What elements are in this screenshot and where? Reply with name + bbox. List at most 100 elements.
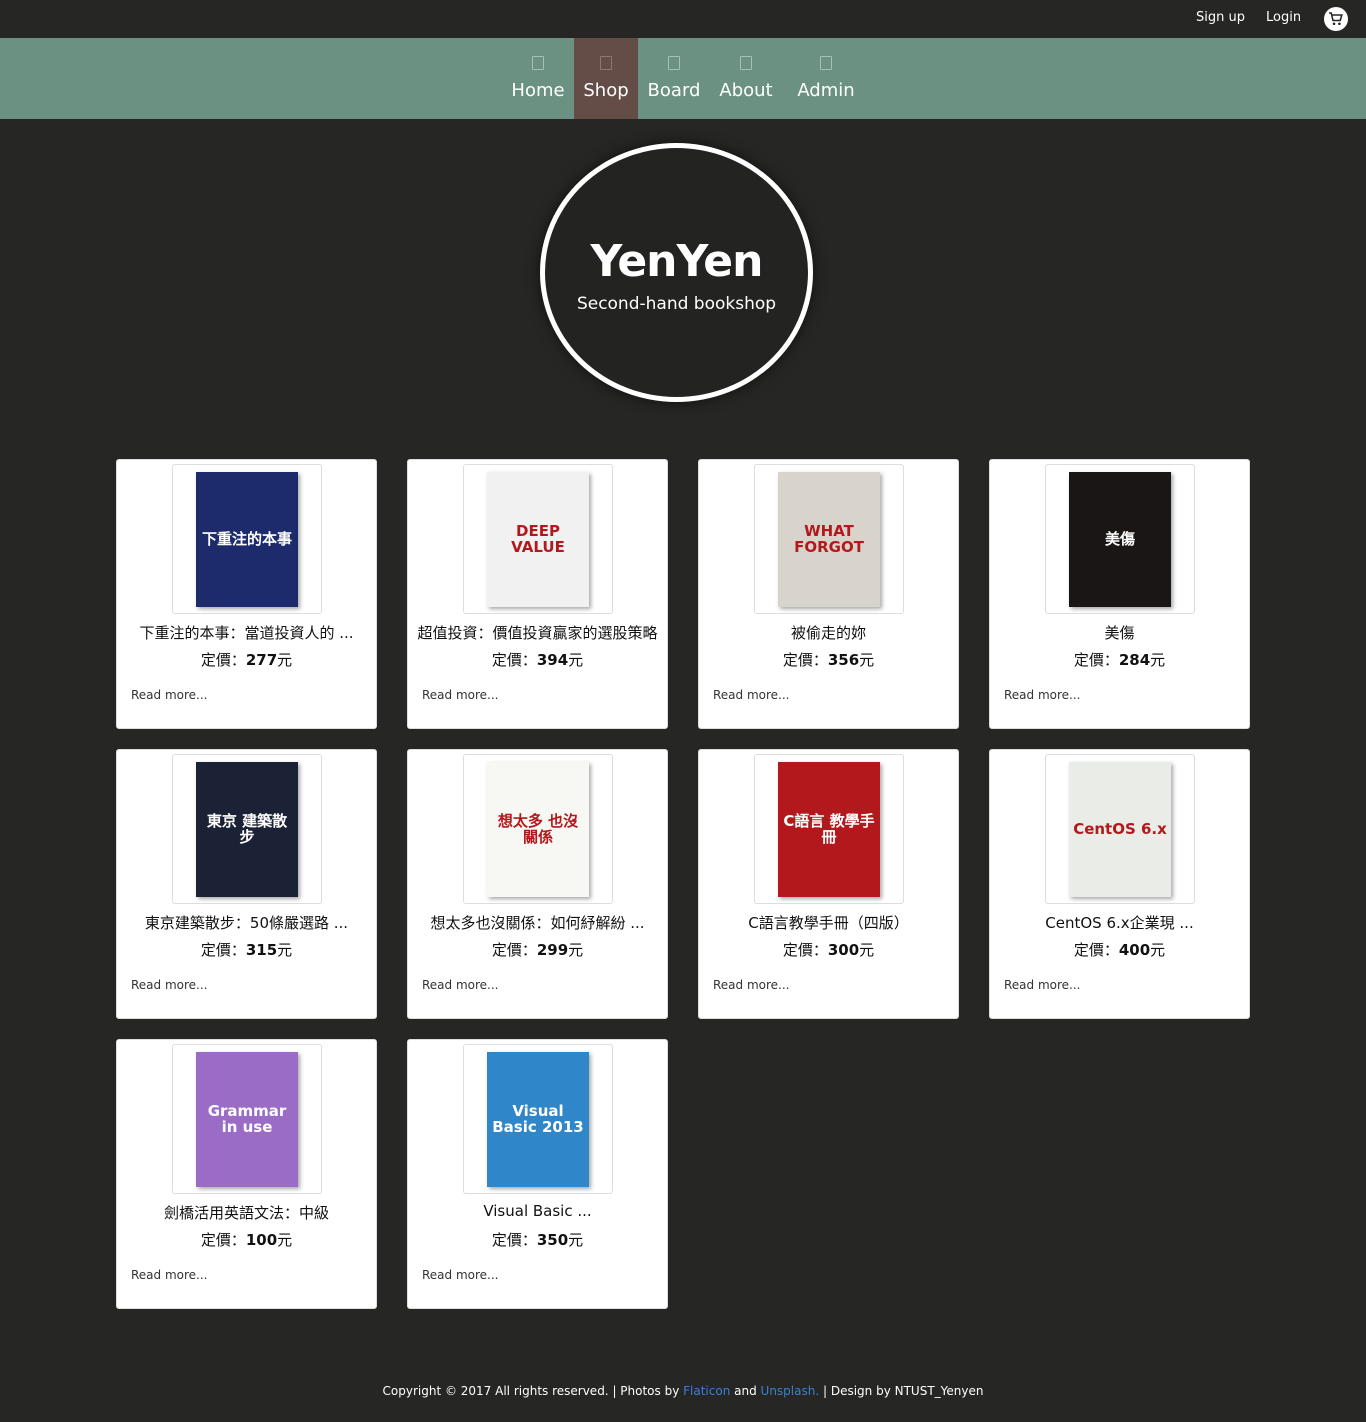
price-currency: 元 — [859, 941, 875, 959]
unsplash-link[interactable]: Unsplash. — [761, 1384, 820, 1398]
brand-title: YenYen — [590, 236, 764, 287]
product-title: 想太多也沒關係：如何紓解紛 ... — [430, 914, 645, 932]
nav-about[interactable]: About — [716, 38, 776, 119]
product-card[interactable]: 想太多 也沒關係想太多也沒關係：如何紓解紛 ... 定價：299元 Read mor… — [407, 749, 668, 1019]
admin-icon — [820, 56, 832, 70]
book-cover[interactable]: Grammar in use — [172, 1044, 322, 1194]
price-label: 定價： — [200, 941, 246, 959]
nav-home[interactable]: Home — [510, 38, 566, 119]
price-label: 定價： — [200, 1231, 246, 1249]
product-title: 東京建築散步：50條嚴選路 ... — [144, 914, 349, 932]
product-price: 定價：394元 — [408, 649, 667, 670]
price-label: 定價： — [491, 651, 537, 669]
product-price: 定價：350元 — [408, 1229, 667, 1250]
product-card[interactable]: Visual Basic 2013 Visual Basic ... 定價：350元… — [407, 1039, 668, 1309]
product-price: 定價：315元 — [117, 939, 376, 960]
board-icon — [668, 56, 680, 70]
product-card[interactable]: DEEP VALUE 超值投資：價值投資贏家的選股策略 定價：394元 Read mo… — [407, 459, 668, 729]
product-title: CentOS 6.x企業現 ... — [1045, 914, 1194, 932]
nav-admin[interactable]: Admin — [794, 38, 858, 119]
nav-label: Home — [511, 80, 565, 101]
footer-text: and — [730, 1384, 761, 1398]
price-value: 315 — [245, 941, 278, 959]
price-label: 定價： — [491, 941, 537, 959]
nav-label: About — [719, 80, 773, 101]
product-card[interactable]: WHAT FORGOT 被偷走的妳定價：356元 Read more... — [698, 459, 959, 729]
product-title: 劍橋活用英語文法：中級 — [163, 1204, 329, 1222]
price-currency: 元 — [859, 651, 875, 669]
flaticon-link[interactable]: Flaticon — [683, 1384, 730, 1398]
product-card[interactable]: 美傷 美傷 定價：284元 Read more... — [989, 459, 1250, 729]
read-more-link[interactable]: Read more... — [1004, 688, 1081, 702]
book-cover[interactable]: Visual Basic 2013 — [463, 1044, 613, 1194]
book-cover[interactable]: 美傷 — [1045, 464, 1195, 614]
product-price: 定價：299元 — [408, 939, 667, 960]
book-cover[interactable]: 東京 建築散步 — [172, 754, 322, 904]
price-value: 400 — [1118, 941, 1151, 959]
cover-text: C語言 教學手冊 — [783, 811, 875, 846]
product-price: 定價：356元 — [699, 649, 958, 670]
footer-text: Copyright © 2017 All rights reserved. | … — [382, 1384, 684, 1398]
cover-text: 東京 建築散步 — [206, 811, 288, 846]
read-more-link[interactable]: Read more... — [713, 978, 790, 992]
read-more-link[interactable]: Read more... — [1004, 978, 1081, 992]
price-value: 356 — [827, 651, 860, 669]
footer-text: | Design by NTUST_Yenyen — [819, 1384, 984, 1398]
product-price: 定價：100元 — [117, 1229, 376, 1250]
nav-label: Board — [647, 80, 701, 101]
brand-subtitle: Second-hand bookshop — [576, 294, 777, 314]
nav-label: Admin — [797, 80, 855, 101]
product-card[interactable]: 下重注的本事 下重注的本事：當道投資人的 ... 定價：277元 Read more.… — [116, 459, 377, 729]
footer: Copyright © 2017 All rights reserved. | … — [0, 1384, 1366, 1398]
book-cover[interactable]: C語言 教學手冊 — [754, 754, 904, 904]
read-more-link[interactable]: Read more... — [131, 688, 208, 702]
book-cover-image: WHAT FORGOT — [778, 471, 880, 607]
product-card[interactable]: Grammar in use 劍橋活用英語文法：中級定價：100元 Read mor… — [116, 1039, 377, 1309]
price-label: 定價： — [1073, 651, 1119, 669]
book-cover[interactable]: 想太多 也沒關係 — [463, 754, 613, 904]
read-more-link[interactable]: Read more... — [422, 1268, 499, 1282]
cover-text: Grammar in use — [207, 1101, 287, 1136]
read-more-link[interactable]: Read more... — [713, 688, 790, 702]
read-more-link[interactable]: Read more... — [422, 978, 499, 992]
book-cover-image: 想太多 也沒關係 — [487, 761, 589, 897]
book-cover[interactable]: WHAT FORGOT — [754, 464, 904, 614]
brand-logo: YenYen Second-hand bookshop — [540, 143, 813, 402]
price-value: 300 — [827, 941, 860, 959]
read-more-link[interactable]: Read more... — [422, 688, 499, 702]
cover-text: DEEP VALUE — [511, 521, 565, 556]
book-cover[interactable]: DEEP VALUE — [463, 464, 613, 614]
product-card[interactable]: C語言 教學手冊 C語言教學手冊（四版） 定價：300元 Read more... — [698, 749, 959, 1019]
price-label: 定價： — [200, 651, 246, 669]
product-price: 定價：284元 — [990, 649, 1249, 670]
book-cover-image: DEEP VALUE — [487, 471, 589, 607]
signup-link[interactable]: Sign up — [1196, 10, 1245, 25]
main-nav: Home Shop Board About Admin — [0, 38, 1366, 119]
product-price: 定價：400元 — [990, 939, 1249, 960]
price-label: 定價： — [491, 1231, 537, 1249]
product-title: Visual Basic ... — [483, 1202, 592, 1220]
read-more-link[interactable]: Read more... — [131, 1268, 208, 1282]
nav-shop[interactable]: Shop — [574, 38, 638, 119]
cover-text: WHAT FORGOT — [794, 521, 864, 556]
cart-icon — [1329, 12, 1343, 26]
book-cover[interactable]: 下重注的本事 — [172, 464, 322, 614]
product-card[interactable]: 東京 建築散步東京建築散步：50條嚴選路 ... 定價：315元 Read more… — [116, 749, 377, 1019]
cart-button[interactable] — [1324, 7, 1348, 31]
book-cover-image: CentOS 6.x — [1069, 761, 1171, 897]
price-value: 350 — [536, 1231, 569, 1249]
price-currency: 元 — [568, 651, 584, 669]
book-cover-image: 東京 建築散步 — [196, 761, 298, 897]
nav-board[interactable]: Board — [646, 38, 702, 119]
product-title: 下重注的本事：當道投資人的 ... — [139, 624, 354, 642]
book-cover[interactable]: CentOS 6.x — [1045, 754, 1195, 904]
price-currency: 元 — [1150, 651, 1166, 669]
price-value: 394 — [536, 651, 569, 669]
read-more-link[interactable]: Read more... — [131, 978, 208, 992]
login-link[interactable]: Login — [1266, 10, 1301, 25]
cover-text: 下重注的本事 — [201, 529, 292, 548]
product-card[interactable]: CentOS 6.x CentOS 6.x企業現 ... 定價：400元 Read m… — [989, 749, 1250, 1019]
product-title: 被偷走的妳 — [790, 624, 866, 642]
price-currency: 元 — [568, 941, 584, 959]
price-currency: 元 — [568, 1231, 584, 1249]
